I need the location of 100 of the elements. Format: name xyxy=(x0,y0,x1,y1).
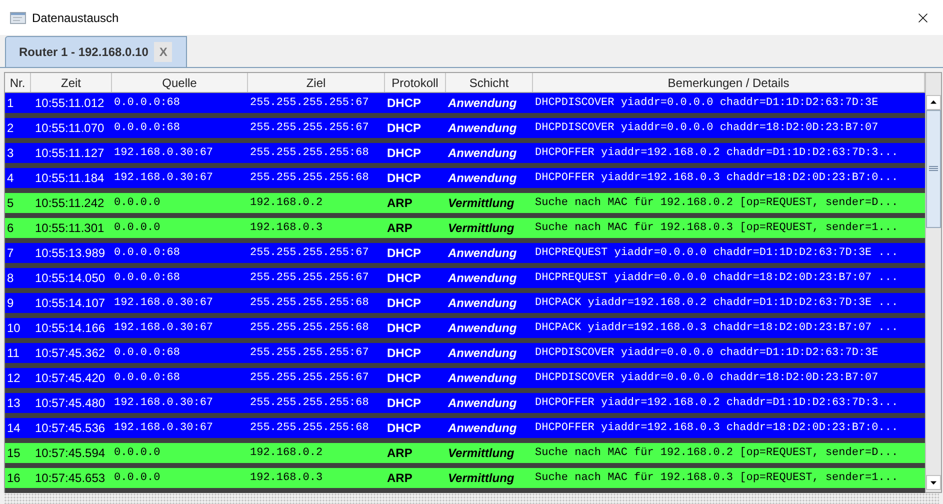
table-cell-text: 192.168.0.3 xyxy=(249,220,323,236)
table-row[interactable]: 1 10:55:11.012 0.0.0.0:68 255.255.255.255:67 DHCP Anwendung DHCPDISCOVER yiaddr=0.0.0.0 chaddr=D1:1D:D2:63:7D:3E xyxy=(5,93,925,118)
table-row[interactable]: 3 10:55:11.127 192.168.0.30:67 255.255.255.255:68 DHCP Anwendung DHCPOFFER yiaddr=192.168.0.2 chaddr=D1:1D:D2:63:7D:3... xyxy=(5,143,925,168)
table-cell-text: 10:55:14.050 xyxy=(34,270,106,287)
tab-close-button[interactable]: X xyxy=(154,42,172,62)
table-row[interactable]: 16 10:57:45.653 0.0.0.0 192.168.0.3 ARP Vermittlung Suche nach MAC für 192.168.0.3 [op=REQUEST, sender=1... xyxy=(5,468,925,493)
table-cell-text: 255.255.255.255:67 xyxy=(249,246,369,261)
table-cell-text: DHCP xyxy=(386,320,422,337)
table-cell-text: Vermittlung xyxy=(447,195,514,212)
table-row[interactable]: 10 10:55:14.166 192.168.0.30:67 255.255.255.255:68 DHCP Anwendung DHCPACK yiaddr=192.168.0.3 chaddr=18:D2:0D:23:B7:07 ... xyxy=(5,318,925,343)
scroll-thumb[interactable] xyxy=(926,110,941,228)
window-title: Datenaustausch xyxy=(32,10,119,26)
table-cell-text: 255.255.255.255:67 xyxy=(249,120,369,136)
table-cell-text: 255.255.255.255:68 xyxy=(249,320,369,336)
table-cell-text: 10:55:11.127 xyxy=(34,145,104,162)
table-cell-text: DHCP xyxy=(386,420,422,437)
table-cell-text: 0.0.0.0 xyxy=(113,470,160,486)
table-cell-text: 10:57:45.594 xyxy=(34,445,106,462)
table-cell-text: 0.0.0.0:68 xyxy=(113,96,180,111)
table-row[interactable]: 7 10:55:13.989 0.0.0.0:68 255.255.255.255:67 DHCP Anwendung DHCPREQUEST yiaddr=0.0.0.0 chaddr=D1:1D:D2:63:7D:3E ... xyxy=(5,243,925,268)
table-cell-text: Vermittlung xyxy=(447,470,514,487)
column-header[interactable]: Schicht xyxy=(446,73,533,92)
table-row[interactable]: 11 10:57:45.362 0.0.0.0:68 255.255.255.255:67 DHCP Anwendung DHCPDISCOVER yiaddr=0.0.0.0 chaddr=D1:1D:D2:63:7D:3E xyxy=(5,343,925,368)
table-cell-text: 10 xyxy=(6,320,20,337)
table-row[interactable]: 9 10:55:14.107 192.168.0.30:67 255.255.255.255:68 DHCP Anwendung DHCPACK yiaddr=192.168.0.2 chaddr=D1:1D:D2:63:7D:3E ... xyxy=(5,293,925,318)
table-cell-text: 16 xyxy=(6,470,20,487)
table-cell-text: Anwendung xyxy=(446,145,517,162)
table-cell-text: DHCPOFFER yiaddr=192.168.0.2 chaddr=D1:1D:D2:63:7D:3... xyxy=(534,146,898,161)
table-cell-text: DHCP xyxy=(386,270,422,287)
table-cell-text: DHCPOFFER yiaddr=192.168.0.3 chaddr=18:D2:0D:23:B7:0... xyxy=(534,420,898,436)
table-cell-text: 192.168.0.30:67 xyxy=(113,320,214,336)
table-cell-text: 192.168.0.30:67 xyxy=(113,296,214,311)
table-cell-text: ARP xyxy=(386,220,412,237)
table-cell-text: 10:55:11.242 xyxy=(34,195,104,212)
table-row[interactable]: 15 10:57:45.594 0.0.0.0 192.168.0.2 ARP Vermittlung Suche nach MAC für 192.168.0.2 [op=REQUEST, sender=D... xyxy=(5,443,925,468)
table-cell-text: DHCP xyxy=(386,245,422,262)
table-cell-text: 192.168.0.30:67 xyxy=(113,420,214,436)
table-cell-text: DHCP xyxy=(386,295,422,312)
table-cell-text: 192.168.0.3 xyxy=(249,470,323,486)
table-cell-text: 0.0.0.0:68 xyxy=(113,346,180,361)
table-cell-text: Anwendung xyxy=(446,345,517,362)
table-cell-text: ARP xyxy=(386,470,412,487)
table-cell-text: DHCP xyxy=(386,145,422,162)
table-cell-text: 0.0.0.0:68 xyxy=(113,120,180,136)
table-cell-text: 10:55:14.107 xyxy=(34,295,106,312)
table-cell-text: Anwendung xyxy=(446,95,517,112)
table-cell-text: 13 xyxy=(6,395,20,412)
table-row[interactable]: 12 10:57:45.420 0.0.0.0:68 255.255.255.255:67 DHCP Anwendung DHCPDISCOVER yiaddr=0.0.0.0 chaddr=18:D2:0D:23:B7:07 xyxy=(5,368,925,393)
tab-label: Router 1 - 192.168.0.10 xyxy=(19,44,148,61)
table-cell-text: 4 xyxy=(6,170,14,187)
table-cell-text: 10:57:45.362 xyxy=(34,345,106,362)
table-cell-text: DHCP xyxy=(386,345,422,362)
table-cell-text: DHCP xyxy=(386,370,422,387)
table-row[interactable]: 8 10:55:14.050 0.0.0.0:68 255.255.255.255:67 DHCP Anwendung DHCPREQUEST yiaddr=0.0.0.0 chaddr=18:D2:0D:23:B7:07 ... xyxy=(5,268,925,293)
table-row[interactable]: 4 10:55:11.184 192.168.0.30:67 255.255.255.255:68 DHCP Anwendung DHCPOFFER yiaddr=192.168.0.3 chaddr=18:D2:0D:23:B7:0... xyxy=(5,168,925,193)
table-cell-text: 10:55:11.301 xyxy=(34,220,104,237)
table-cell-text: Vermittlung xyxy=(447,220,514,237)
table-cell-text: 0.0.0.0:68 xyxy=(113,270,180,286)
scroll-up-icon[interactable] xyxy=(926,95,941,110)
table-cell-text: 6 xyxy=(6,220,14,237)
table-cell-text: DHCPACK yiaddr=192.168.0.3 chaddr=18:D2:0D:23:B7:07 ... xyxy=(534,320,898,336)
table-cell-text: ARP xyxy=(386,195,412,212)
column-header[interactable]: Zeit xyxy=(31,73,112,92)
table-row[interactable]: 13 10:57:45.480 192.168.0.30:67 255.255.255.255:68 DHCP Anwendung DHCPOFFER yiaddr=192.168.0.2 chaddr=D1:1D:D2:63:7D:3... xyxy=(5,393,925,418)
table-cell-text: DHCPOFFER yiaddr=192.168.0.3 chaddr=18:D2:0D:23:B7:0... xyxy=(534,170,898,186)
table-cell-text: DHCP xyxy=(386,120,422,137)
scrollbar[interactable] xyxy=(925,73,941,492)
table-cell-text: 10:57:45.480 xyxy=(34,395,106,412)
table-cell-text: Suche nach MAC für 192.168.0.3 [op=REQUEST, sender=1... xyxy=(534,220,898,236)
table-cell-text: 255.255.255.255:67 xyxy=(249,346,369,361)
table-row[interactable]: 5 10:55:11.242 0.0.0.0 192.168.0.2 ARP Vermittlung Suche nach MAC für 192.168.0.2 [op=REQUEST, sender=D... xyxy=(5,193,925,218)
table-cell-text: 0.0.0.0:68 xyxy=(113,246,180,261)
table-cell-text: 10:57:45.420 xyxy=(34,370,106,387)
table-cell-text: 3 xyxy=(6,145,14,162)
column-header[interactable]: Protokoll xyxy=(385,73,446,92)
column-header[interactable]: Nr. xyxy=(5,73,31,92)
table-cell-text: Anwendung xyxy=(446,170,517,187)
table-cell-text: DHCPREQUEST yiaddr=0.0.0.0 chaddr=D1:1D:D2:63:7D:3E ... xyxy=(534,246,898,261)
table-row[interactable]: 6 10:55:11.301 0.0.0.0 192.168.0.3 ARP Vermittlung Suche nach MAC für 192.168.0.3 [op=REQUEST, sender=1... xyxy=(5,218,925,243)
column-header[interactable]: Ziel xyxy=(248,73,385,92)
table-cell-text: Anwendung xyxy=(446,120,517,137)
splitter-handle[interactable] xyxy=(4,493,939,504)
table-row[interactable]: 2 10:55:11.070 0.0.0.0:68 255.255.255.255:67 DHCP Anwendung DHCPDISCOVER yiaddr=0.0.0.0 chaddr=18:D2:0D:23:B7:07 xyxy=(5,118,925,143)
table-cell-text: 9 xyxy=(6,295,14,312)
column-header[interactable]: Quelle xyxy=(112,73,248,92)
table-cell-text: Anwendung xyxy=(446,295,517,312)
table-row[interactable]: 14 10:57:45.536 192.168.0.30:67 255.255.255.255:68 DHCP Anwendung DHCPOFFER yiaddr=192.168.0.3 chaddr=18:D2:0D:23:B7:0... xyxy=(5,418,925,443)
table-cell-text: Anwendung xyxy=(446,395,517,412)
table-cell-text: 0.0.0.0 xyxy=(113,446,160,461)
scroll-down-icon[interactable] xyxy=(926,475,941,490)
table-cell-text: 255.255.255.255:68 xyxy=(249,396,369,411)
table-cell-text: DHCPACK yiaddr=192.168.0.2 chaddr=D1:1D:D2:63:7D:3E ... xyxy=(534,296,898,311)
tab[interactable]: Router 1 - 192.168.0.10 X xyxy=(5,36,187,67)
table-cell-text: 8 xyxy=(6,270,14,287)
table-cell-text: DHCPDISCOVER yiaddr=0.0.0.0 chaddr=D1:1D:D2:63:7D:3E xyxy=(534,346,878,361)
table-cell-text: DHCPREQUEST yiaddr=0.0.0.0 chaddr=18:D2:0D:23:B7:07 ... xyxy=(534,270,898,286)
table-cell-text: 15 xyxy=(6,445,20,462)
table-cell-text: 255.255.255.255:67 xyxy=(249,370,369,386)
table-cell-text: 10:55:11.070 xyxy=(34,120,104,137)
table-cell-text: Suche nach MAC für 192.168.0.2 [op=REQUEST, sender=D... xyxy=(534,196,898,211)
